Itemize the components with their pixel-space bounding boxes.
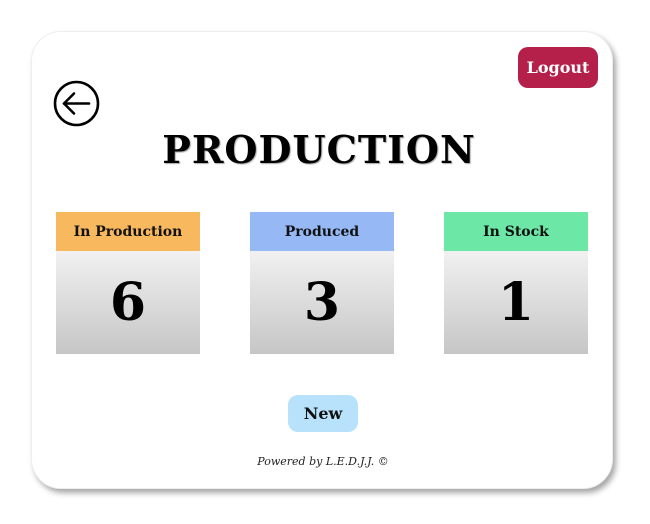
new-button[interactable]: New (288, 395, 358, 432)
stat-card-in-stock: In Stock 1 (444, 212, 588, 354)
stat-value: 6 (56, 251, 200, 354)
arrow-left-circle-icon (53, 80, 100, 127)
stat-label: In Production (56, 212, 200, 251)
stat-label: Produced (250, 212, 394, 251)
stat-card-in-production: In Production 6 (56, 212, 200, 354)
back-button[interactable] (53, 80, 100, 127)
stat-value: 1 (444, 251, 588, 354)
footer-credit: Powered by L.E.D.J.J. © (257, 455, 389, 468)
logout-button[interactable]: Logout (518, 47, 598, 88)
stat-card-produced: Produced 3 (250, 212, 394, 354)
stat-label: In Stock (444, 212, 588, 251)
page-title: PRODUCTION (162, 127, 476, 172)
stat-value: 3 (250, 251, 394, 354)
production-card: Logout PRODUCTION In Production 6 Produc… (31, 31, 613, 489)
